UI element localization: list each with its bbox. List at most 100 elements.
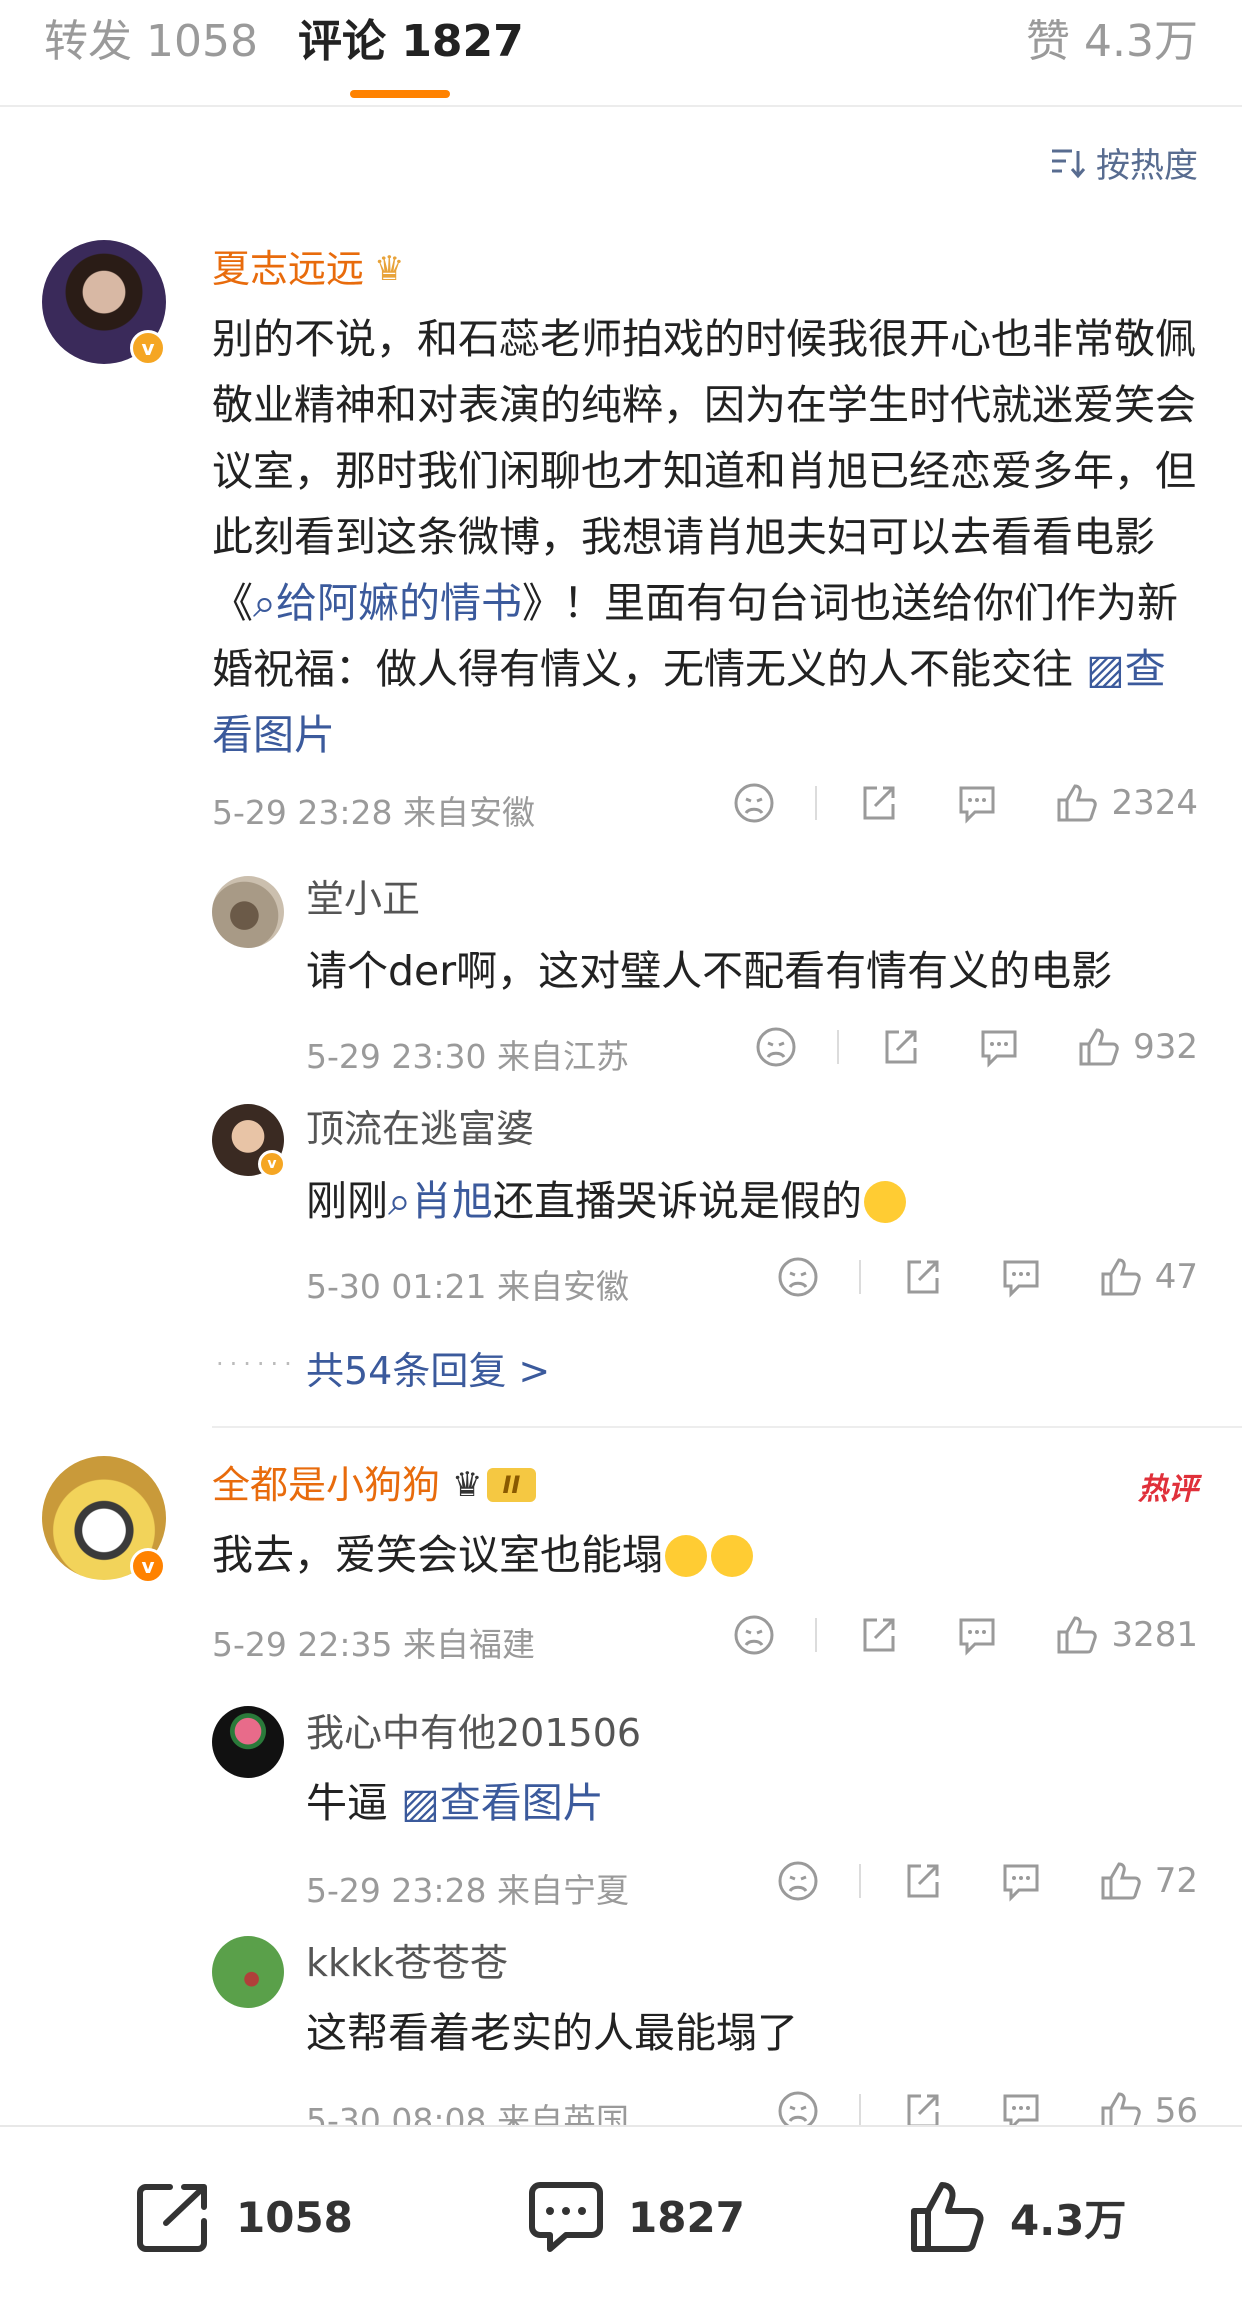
comment-meta: 5-29 22:35 来自福建: [212, 1625, 535, 1664]
username[interactable]: kkkk苍苍苍: [306, 1938, 508, 1988]
image-icon: ▨: [401, 1779, 440, 1827]
divider: [837, 1030, 840, 1064]
reply-meta: 5-29 23:30 来自江苏: [306, 1037, 629, 1076]
sort-button[interactable]: 按热度: [1050, 138, 1198, 187]
comment-actions: 3281: [733, 1614, 1198, 1656]
tab-comments[interactable]: 评论 1827: [298, 12, 524, 72]
share-icon: [863, 1618, 895, 1652]
like-button[interactable]: 47: [1099, 1256, 1198, 1298]
like-icon: [1079, 1028, 1119, 1066]
active-tab-indicator: [350, 90, 450, 98]
reply-button[interactable]: [999, 1860, 1043, 1902]
divider: [815, 1618, 818, 1652]
share-button[interactable]: [901, 1256, 943, 1298]
search-icon: ⌕: [253, 579, 276, 627]
divider: [858, 2094, 861, 2128]
dislike-icon: [734, 1615, 774, 1655]
reply-actions: 932: [755, 1026, 1198, 1068]
like-button[interactable]: 3281: [1055, 1614, 1198, 1656]
divider: [858, 1260, 861, 1294]
like-button[interactable]: 932: [1077, 1026, 1198, 1068]
crying-emoji-icon: [665, 1535, 707, 1577]
crown-icon: ♛: [374, 249, 405, 289]
view-image-link[interactable]: ▨查看图片: [401, 1779, 604, 1827]
avatar[interactable]: [212, 876, 284, 948]
reply-button[interactable]: [999, 1256, 1043, 1298]
dislike-icon: [778, 1257, 818, 1297]
share-icon: [863, 786, 895, 820]
comment-meta: 5-29 23:28 来自安徽: [212, 793, 535, 832]
repost-button[interactable]: 1058: [134, 2179, 353, 2255]
reply-button[interactable]: [955, 1614, 999, 1656]
username[interactable]: 堂小正: [306, 874, 420, 924]
username[interactable]: 顶流在逃富婆: [306, 1104, 534, 1154]
sort-icon: [1052, 149, 1086, 178]
dislike-button[interactable]: [733, 1614, 775, 1656]
comment-actions: 2324: [733, 782, 1198, 824]
search-icon: ⌕: [388, 1177, 411, 1225]
like-icon: [1057, 1616, 1098, 1654]
reply-actions: 72: [777, 1860, 1198, 1902]
dislike-button[interactable]: [733, 782, 775, 824]
share-button[interactable]: [857, 782, 899, 824]
comment-divider: [212, 1426, 1242, 1428]
hot-comment-tag: 热评: [1138, 1472, 1198, 1507]
dislike-button[interactable]: [777, 1256, 819, 1298]
divider: [858, 1864, 861, 1898]
comment-icon: [959, 1618, 995, 1656]
dislike-icon: [734, 783, 774, 823]
username[interactable]: 夏志远远 ♛: [212, 244, 405, 294]
comment-text: 我去，爱笑会议室也能塌: [212, 1522, 1202, 1588]
comment-icon: [959, 786, 995, 824]
bottom-action-bar: 1058 1827 4.3万: [0, 2125, 1242, 2323]
like-button[interactable]: 4.3万: [908, 2179, 1126, 2255]
reply-text: 请个der啊，这对璧人不配看有情有义的电影: [306, 947, 1113, 995]
like-button[interactable]: 72: [1099, 1860, 1198, 1902]
dislike-button[interactable]: [755, 1026, 797, 1068]
share-icon: [907, 1260, 939, 1294]
dislike-icon: [778, 1861, 818, 1901]
like-icon: [1101, 1862, 1141, 1900]
reply-text: 刚刚⌕肖旭还直播哭诉说是假的: [306, 1168, 1206, 1234]
level-badge: II: [486, 1468, 537, 1502]
username[interactable]: 我心中有他201506: [306, 1708, 641, 1758]
reply-text: 这帮看着老实的人最能塌了: [306, 2009, 798, 2057]
share-icon: [907, 1864, 939, 1898]
sort-label: 按热度: [1096, 146, 1198, 186]
comment-icon: [529, 2182, 603, 2252]
tab-repost[interactable]: 转发 1058: [44, 12, 258, 72]
laugh-cry-emoji-icon: [863, 1181, 906, 1223]
comment-icon: [1003, 1864, 1039, 1902]
share-button[interactable]: [857, 1614, 899, 1656]
share-button[interactable]: [901, 1860, 943, 1902]
like-icon: [911, 2182, 984, 2252]
like-icon: [1057, 784, 1098, 822]
username[interactable]: 全都是小狗狗 ♛ II: [212, 1460, 537, 1510]
avatar[interactable]: [212, 1936, 284, 2008]
share-button[interactable]: [879, 1026, 921, 1068]
reply-actions: 47: [777, 1256, 1198, 1298]
dislike-icon: [756, 1027, 796, 1067]
divider: [815, 786, 818, 820]
ellipsis: ······: [216, 1350, 298, 1378]
avatar[interactable]: [212, 1706, 284, 1778]
verified-badge-icon: v: [130, 330, 166, 366]
reply-button[interactable]: [955, 782, 999, 824]
search-link[interactable]: ⌕肖旭: [388, 1177, 493, 1225]
share-icon: [137, 2184, 207, 2252]
laugh-cry-emoji-icon: [711, 1535, 753, 1577]
tab-bar: 转发 1058 评论 1827 赞 4.3万: [0, 0, 1242, 107]
tab-likes[interactable]: 赞 4.3万: [1026, 12, 1198, 72]
like-button[interactable]: 2324: [1055, 782, 1198, 824]
reply-meta: 5-29 23:28 来自宁夏: [306, 1871, 629, 1910]
more-replies-link[interactable]: 共54条回复 >: [306, 1340, 550, 1395]
comment-button[interactable]: 1827: [526, 2179, 745, 2255]
comment-icon: [981, 1030, 1017, 1068]
image-icon: ▨: [1086, 645, 1125, 693]
crown-icon: ♛: [452, 1465, 483, 1505]
share-icon: [885, 1030, 917, 1064]
dislike-button[interactable]: [777, 1860, 819, 1902]
reply-meta: 5-30 01:21 来自安徽: [306, 1267, 629, 1306]
search-link[interactable]: ⌕给阿嫲的情书: [253, 579, 522, 627]
reply-button[interactable]: [977, 1026, 1021, 1068]
